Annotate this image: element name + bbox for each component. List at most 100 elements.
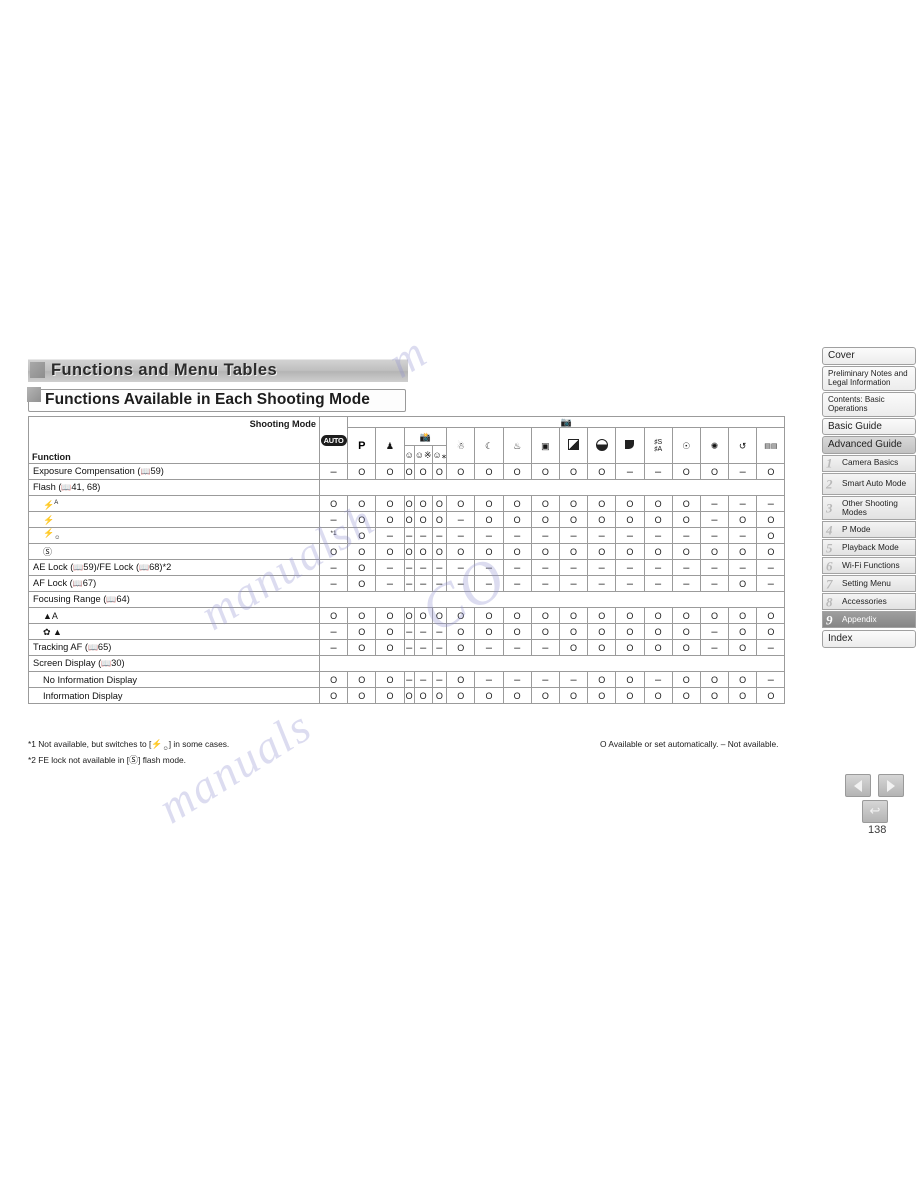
cell-flash-on-smart-shutter-smile: O — [403, 511, 415, 528]
nav-item-advanced-guide[interactable]: Advanced Guide — [822, 436, 916, 454]
chapter-label: Camera Basics — [842, 457, 899, 468]
page-reference-icon: 📖 — [139, 563, 150, 572]
nav-chapter-p-mode[interactable]: 4 P Mode — [822, 521, 916, 539]
mode-header-high-contrast — [558, 427, 589, 464]
table-header: Shooting Mode Function AUTO 📷 P ♟ 📸 ☃ ☾ ♨ ▣ ♯S ♯A ☉ ✺ ↺… — [28, 416, 786, 464]
nav-chapter-smart-auto-mode[interactable]: 2 Smart Auto Mode — [822, 472, 916, 495]
cell-focus-normal-auto: O — [318, 607, 349, 624]
nav-item-index[interactable]: Index — [822, 630, 916, 648]
page-reference-icon: 📖 — [61, 483, 72, 492]
cell-information-display-smart-shutter-face: O — [431, 687, 448, 704]
cell-ae-fe-lock-smart-shutter-smile: – — [403, 559, 415, 576]
nav-chapter-playback-mode[interactable]: 5 Playback Mode — [822, 539, 916, 557]
cell-exposure-compensation-toy-camera: O — [587, 463, 617, 480]
cell-flash-slow-synchro-p: O — [347, 527, 377, 544]
cell-flash-on-high-speed-burst: – — [446, 511, 476, 528]
cell-ae-fe-lock-smart-shutter-wink: – — [413, 559, 433, 576]
chapter-number: 1 — [826, 455, 833, 471]
cell-focus-macro-infinity-handheld-nightscene: O — [474, 623, 504, 640]
flash-off-icon: Ⓢ — [43, 546, 53, 557]
footnote-2-text-start: *2 FE lock not available in [ — [28, 754, 130, 765]
nav-chapter-other-shooting-modes[interactable]: 3 Other Shooting Modes — [822, 495, 916, 521]
chapter-number: 8 — [826, 594, 833, 610]
cell-flash-slow-synchro-toy-camera: – — [587, 527, 617, 544]
nav-chapter-accessories[interactable]: 8 Accessories — [822, 593, 916, 611]
cell-tracking-af-high-speed-burst: O — [446, 639, 476, 656]
page-reference-icon: 📖 — [101, 659, 112, 668]
footnote-1-text-end: ] in some cases. — [168, 739, 230, 749]
mode-header-high-speed-burst: ☃ — [446, 427, 476, 464]
cell-tracking-af-portrait: O — [375, 639, 405, 656]
row-label-ae-fe-lock: AE Lock (📖59)/FE Lock (📖68)*2 — [28, 559, 320, 576]
cell-exposure-compensation-underwater: O — [502, 463, 532, 480]
cell-af-lock-monochrome: – — [615, 575, 645, 592]
cell-flash-auto-high-contrast: O — [558, 495, 589, 512]
row-label-exposure-compensation: Exposure Compensation (📖59) — [28, 463, 320, 480]
table-row: ✿ ▲ – O O – – – O O O O O O O O O – O O — [28, 623, 786, 640]
cell-flash-slow-synchro-underwater: – — [502, 527, 532, 544]
group-row-spacer — [318, 655, 786, 672]
cell-exposure-compensation-auto: – — [318, 463, 349, 480]
cell-focus-macro-infinity-p: O — [347, 623, 377, 640]
nav-item-contents[interactable]: Contents: Basic Operations — [822, 391, 916, 417]
cell-af-lock-high-speed-burst: – — [446, 575, 476, 592]
home-button[interactable]: ↩ — [862, 800, 888, 823]
cell-flash-off-smart-shutter-wink: O — [413, 543, 433, 560]
cell-information-display-auto: O — [318, 687, 349, 704]
cell-flash-slow-synchro-high-contrast: – — [558, 527, 589, 544]
cell-af-lock-underwater: – — [502, 575, 532, 592]
nav-chapter-appendix[interactable]: 9 Appendix — [822, 611, 916, 629]
cell-flash-auto-smart-shutter-wink: O — [413, 495, 433, 512]
super-vivid-icon: ♯S ♯A — [654, 438, 663, 453]
cell-information-display-monochrome: O — [615, 687, 645, 704]
cell-af-lock-movie: – — [756, 575, 786, 592]
cell-tracking-af-underwater: – — [502, 639, 532, 656]
cell-no-information-display-smart-shutter-wink: – — [413, 671, 433, 688]
still-image-group-header: 📷 — [347, 416, 786, 428]
cell-flash-slow-synchro-auto: *1 — [318, 527, 349, 544]
nav-chapter-setting-menu[interactable]: 7 Setting Menu — [822, 575, 916, 593]
cell-information-display-toy-camera: O — [587, 687, 617, 704]
chapter-title-bar: Functions and Menu Tables — [28, 359, 408, 382]
cell-af-lock-fisheye: – — [671, 575, 701, 592]
cell-flash-on-high-contrast: O — [558, 511, 589, 528]
nav-item-prelim[interactable]: Preliminary Notes and Legal Information — [822, 365, 916, 391]
auto-mode-icon: AUTO — [320, 434, 347, 446]
previous-page-button[interactable] — [845, 774, 871, 797]
triangle-right-icon — [887, 779, 896, 792]
underwater-mode-icon: ♨ — [513, 440, 522, 451]
nav-item-basic-guide[interactable]: Basic Guide — [822, 417, 916, 435]
nav-chapter-wifi-functions[interactable]: 6 Wi-Fi Functions — [822, 557, 916, 575]
footnote-2: *2 FE lock not available in [Ⓢ] flash mo… — [28, 754, 229, 767]
chapter-title: Functions and Menu Tables — [51, 361, 278, 379]
cell-flash-auto-portrait: O — [375, 495, 405, 512]
cell-flash-slow-synchro-smart-shutter-wink: – — [413, 527, 433, 544]
cell-flash-on-p: O — [347, 511, 377, 528]
handheld-nightscene-icon: ☾ — [484, 440, 494, 451]
cell-focus-normal-creative-shot: O — [728, 607, 758, 624]
cell-ae-fe-lock-movie: – — [756, 559, 786, 576]
cell-flash-auto-p: O — [347, 495, 377, 512]
cell-no-information-display-fisheye: O — [671, 671, 701, 688]
table-row: Information Display O O O O O O O O O O O O O O O O O O — [28, 687, 786, 704]
cell-af-lock-portrait: – — [375, 575, 405, 592]
table-row: AE Lock (📖59)/FE Lock (📖68)*2– O – – – – – – – – –… — [28, 559, 786, 576]
mode-header-underwater: ♨ — [502, 427, 532, 464]
next-page-button[interactable] — [878, 774, 905, 797]
cell-flash-off-movie: O — [756, 543, 786, 560]
cell-flash-off-p: O — [347, 543, 377, 560]
cell-tracking-af-miniature: – — [699, 639, 730, 656]
row-label-screen-display-group: Screen Display (📖30) — [28, 655, 320, 672]
focus-macro-infinity-icon: ✿ ▲ — [43, 626, 62, 637]
cell-tracking-af-toy-camera: O — [587, 639, 617, 656]
cell-no-information-display-p: O — [347, 671, 377, 688]
row-label-focus-normal: ▲A — [28, 607, 320, 624]
cell-ae-fe-lock-high-contrast: – — [558, 559, 589, 576]
cell-flash-slow-synchro-smart-shutter-face: – — [431, 527, 448, 544]
cell-flash-slow-synchro-monochrome: – — [615, 527, 645, 544]
cell-flash-on-movie: O — [756, 511, 786, 528]
flash-slow-synchro-icon: ⚡☺ — [43, 528, 61, 541]
nav-chapter-camera-basics[interactable]: 1 Camera Basics — [822, 454, 916, 472]
row-label-af-lock: AF Lock (📖67) — [28, 575, 320, 592]
nav-item-cover[interactable]: Cover — [822, 347, 916, 365]
